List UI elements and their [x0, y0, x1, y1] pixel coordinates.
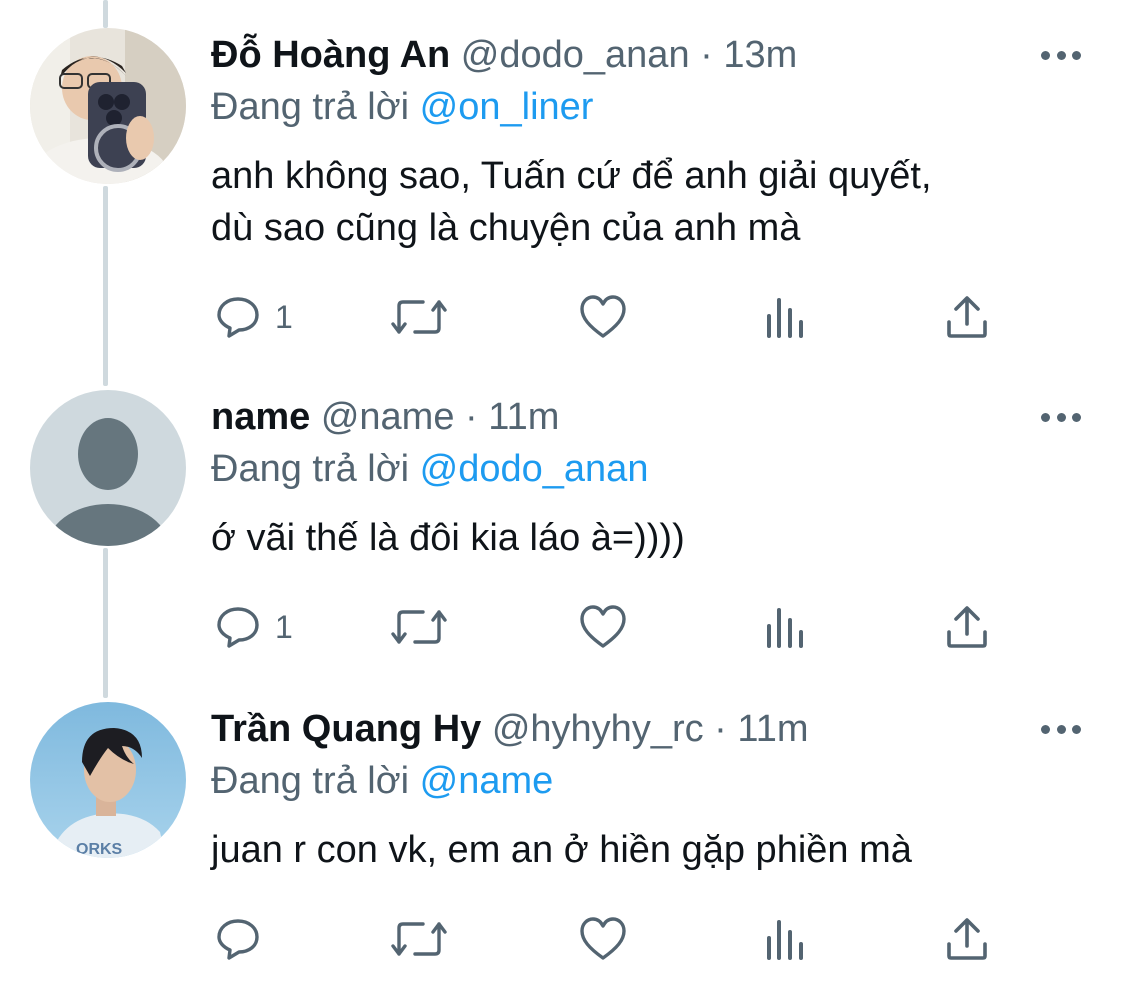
analytics-button[interactable] — [765, 292, 805, 342]
more-icon[interactable] — [1041, 407, 1081, 427]
user-handle[interactable]: @name — [321, 396, 455, 438]
share-icon — [947, 606, 987, 648]
reply-count: 1 — [275, 608, 293, 645]
retweet-icon — [391, 610, 447, 644]
analytics-icon — [767, 298, 803, 338]
reply-mention[interactable]: @on_liner — [420, 86, 594, 128]
tweet[interactable]: ORKS Trần Quang Hy @hyhyhy_rc · 11m Đang… — [0, 692, 1125, 981]
tweet-text: ớ vãi thế là đôi kia láo à=)))) — [211, 512, 1091, 564]
reply-context: Đang trả lời @dodo_anan — [211, 444, 648, 494]
reply-icon — [217, 919, 259, 960]
analytics-icon — [767, 608, 803, 648]
share-button[interactable] — [945, 602, 989, 652]
tweet-text: juan r con vk, em an ở hiền gặp phiền mà — [211, 824, 1091, 876]
reply-mention[interactable]: @name — [420, 760, 554, 802]
reply-context: Đang trả lời @on_liner — [211, 82, 593, 132]
separator: · — [714, 708, 727, 750]
retweet-icon — [391, 922, 447, 956]
tweet[interactable]: Đỗ Hoàng An @dodo_anan · 13m Đang trả lờ… — [0, 0, 1125, 380]
separator: · — [465, 396, 478, 438]
timestamp[interactable]: 13m — [723, 34, 797, 76]
reply-prefix: Đang trả lời — [211, 86, 410, 128]
retweet-button[interactable] — [389, 292, 449, 342]
tweet-text-line: anh không sao, Tuấn cứ để anh giải quyết… — [211, 155, 932, 197]
more-icon[interactable] — [1041, 719, 1081, 739]
like-icon — [580, 605, 626, 648]
action-bar — [211, 914, 1011, 964]
tweet-text-line: dù sao cũng là chuyện của anh mà — [211, 207, 801, 249]
like-icon — [580, 917, 626, 960]
svg-text:ORKS: ORKS — [76, 841, 123, 858]
action-bar: 1 — [211, 602, 1011, 652]
reply-button[interactable] — [215, 914, 275, 964]
reply-button[interactable]: 1 — [215, 292, 293, 342]
share-button[interactable] — [945, 914, 989, 964]
display-name[interactable]: name — [211, 396, 310, 438]
share-icon — [947, 296, 987, 338]
retweet-button[interactable] — [389, 602, 449, 652]
more-icon[interactable] — [1041, 45, 1081, 65]
retweet-icon — [391, 300, 447, 334]
tweet-header: Đỗ Hoàng An @dodo_anan · 13m — [211, 30, 1035, 80]
action-bar: 1 — [211, 292, 1011, 342]
reply-mention[interactable]: @dodo_anan — [420, 448, 649, 490]
reply-context: Đang trả lời @name — [211, 756, 553, 806]
tweet-text-line: ớ vãi thế là đôi kia láo à=)))) — [211, 517, 685, 559]
reply-prefix: Đang trả lời — [211, 448, 410, 490]
retweet-button[interactable] — [389, 914, 449, 964]
user-handle[interactable]: @dodo_anan — [461, 34, 690, 76]
reply-prefix: Đang trả lời — [211, 760, 410, 802]
analytics-icon — [767, 920, 803, 960]
avatar[interactable]: ORKS — [30, 702, 186, 858]
like-button[interactable] — [579, 914, 627, 964]
display-name[interactable]: Trần Quang Hy — [211, 708, 481, 750]
like-button[interactable] — [579, 292, 627, 342]
tweet-header: Trần Quang Hy @hyhyhy_rc · 11m — [211, 704, 1035, 754]
reply-count: 1 — [275, 298, 293, 335]
display-name[interactable]: Đỗ Hoàng An — [211, 34, 450, 76]
separator: · — [700, 34, 713, 76]
like-icon — [580, 295, 626, 338]
tweet[interactable]: name @name · 11m Đang trả lời @dodo_anan… — [0, 380, 1125, 700]
share-icon — [947, 918, 987, 960]
avatar[interactable] — [30, 390, 186, 546]
avatar[interactable] — [30, 28, 186, 184]
timestamp[interactable]: 11m — [488, 396, 559, 438]
like-button[interactable] — [579, 602, 627, 652]
reply-icon — [217, 297, 259, 338]
reply-thread: Đỗ Hoàng An @dodo_anan · 13m Đang trả lờ… — [0, 0, 1125, 981]
reply-icon — [217, 607, 259, 648]
timestamp[interactable]: 11m — [737, 708, 808, 750]
share-button[interactable] — [945, 292, 989, 342]
user-handle[interactable]: @hyhyhy_rc — [492, 708, 704, 750]
tweet-text-line: juan r con vk, em an ở hiền gặp phiền mà — [211, 829, 912, 871]
analytics-button[interactable] — [765, 602, 805, 652]
tweet-text: anh không sao, Tuấn cứ để anh giải quyết… — [211, 150, 1091, 254]
reply-button[interactable]: 1 — [215, 602, 293, 652]
analytics-button[interactable] — [765, 914, 805, 964]
tweet-header: name @name · 11m — [211, 392, 1035, 442]
